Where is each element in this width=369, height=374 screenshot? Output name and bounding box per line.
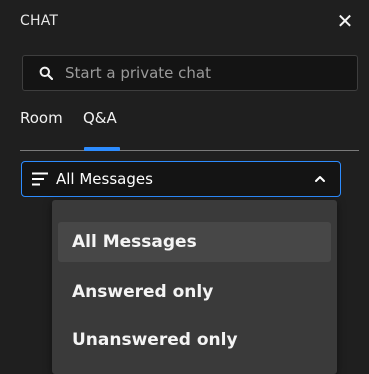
filter-dropdown-menu: All Messages Answered only Unanswered on… <box>52 200 337 374</box>
chat-panel: CHAT ✕ Room Q&A All Messages All Message… <box>0 0 369 374</box>
close-icon[interactable]: ✕ <box>335 9 355 33</box>
option-unanswered-only[interactable]: Unanswered only <box>58 320 331 360</box>
filter-lines-icon <box>32 172 48 186</box>
message-filter-select[interactable]: All Messages <box>21 161 341 197</box>
chat-tabs: Room Q&A <box>20 101 359 151</box>
search-icon <box>39 66 53 80</box>
private-chat-search[interactable] <box>22 55 358 91</box>
tab-room[interactable]: Room <box>20 109 63 127</box>
search-input[interactable] <box>65 64 335 82</box>
active-tab-indicator <box>84 147 120 151</box>
chat-header: CHAT ✕ <box>12 9 357 35</box>
chevron-up-icon <box>315 176 325 182</box>
panel-title: CHAT <box>20 13 59 29</box>
option-all-messages[interactable]: All Messages <box>58 222 331 262</box>
filter-selected-label: All Messages <box>56 170 153 188</box>
option-answered-only[interactable]: Answered only <box>58 272 331 312</box>
tab-qa[interactable]: Q&A <box>83 109 117 127</box>
